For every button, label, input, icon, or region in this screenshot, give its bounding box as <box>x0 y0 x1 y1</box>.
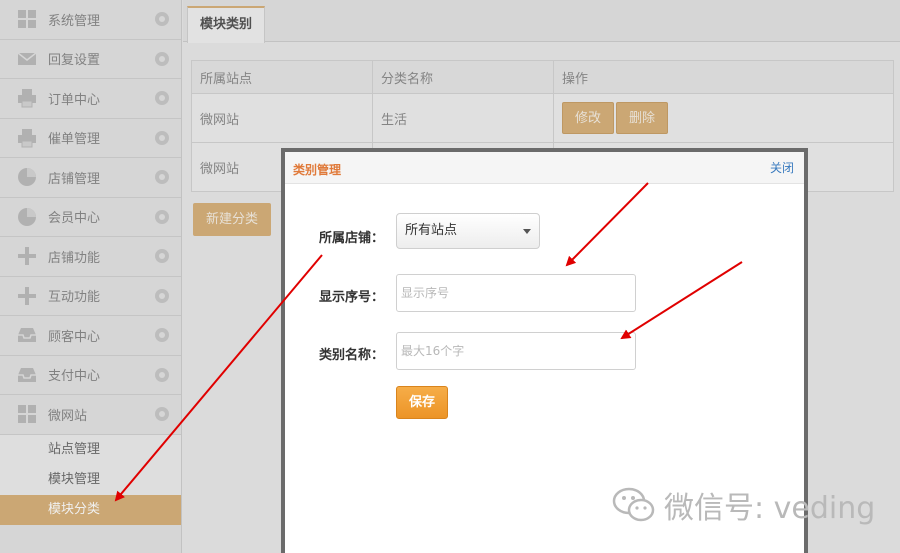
modal-header: 类别管理 关闭 <box>285 152 804 184</box>
sidebar-item-reply[interactable]: 回复设置 <box>0 40 181 79</box>
submenu-item-module-management[interactable]: 模块管理 <box>0 465 181 495</box>
wechat-logo-icon <box>612 487 655 522</box>
expand-icon[interactable] <box>155 170 169 185</box>
submenu-item-site-management[interactable]: 站点管理 <box>0 435 181 465</box>
sidebar-item-label: 回复设置 <box>48 53 101 69</box>
sidebar-item-label: 会员中心 <box>48 211 101 227</box>
sidebar-item-label: 互动功能 <box>48 290 101 306</box>
sidebar-item-stores[interactable]: 店铺管理 <box>0 158 181 198</box>
sidebar-item-orders[interactable]: 订单中心 <box>0 79 181 119</box>
sidebar-item-interactive[interactable]: 互动功能 <box>0 277 181 316</box>
sidebar-item-label: 顾客中心 <box>48 329 101 345</box>
sidebar-item-customers[interactable]: 顾客中心 <box>0 316 181 356</box>
sidebar-item-payment[interactable]: 支付中心 <box>0 356 181 395</box>
sidebar: 系统管理 回复设置 订单中心 催单管理 店铺管理 会员中心 店铺功能 互动功能 <box>0 0 182 553</box>
category-name-input[interactable] <box>396 332 636 370</box>
expand-icon[interactable] <box>155 12 169 27</box>
printer-icon <box>16 127 38 149</box>
tab-bar: 模块类别 <box>183 0 900 43</box>
sidebar-item-label: 催单管理 <box>48 132 101 148</box>
name-label: 类别名称： <box>319 348 385 363</box>
expand-icon[interactable] <box>155 249 169 264</box>
expand-icon[interactable] <box>155 91 169 106</box>
mail-icon <box>16 48 38 70</box>
plus-icon <box>16 285 38 307</box>
modal-title: 类别管理 <box>293 163 342 177</box>
store-select-value: 所有站点 <box>405 223 458 238</box>
submenu-microsite: 站点管理 模块管理 模块分类 <box>0 434 181 525</box>
expand-icon[interactable] <box>155 407 169 422</box>
new-category-button[interactable]: 新建分类 <box>193 203 271 236</box>
sidebar-item-label: 订单中心 <box>48 92 101 108</box>
sidebar-item-label: 店铺功能 <box>48 250 101 266</box>
inbox-icon <box>16 324 38 346</box>
column-header-category: 分类名称 <box>372 60 554 94</box>
cell-site: 微网站 <box>191 93 373 143</box>
sidebar-item-system[interactable]: 系统管理 <box>0 0 181 40</box>
sidebar-item-label: 支付中心 <box>48 369 101 385</box>
inbox-icon <box>16 364 38 386</box>
expand-icon[interactable] <box>155 130 169 145</box>
printer-icon <box>16 87 38 109</box>
store-select[interactable]: 所有站点 <box>396 213 540 249</box>
cell-category: 生活 <box>372 93 554 143</box>
pie-chart-icon <box>16 206 38 228</box>
column-header-site: 所属站点 <box>191 60 373 94</box>
save-button[interactable]: 保存 <box>396 386 448 419</box>
grid-icon <box>16 8 38 30</box>
tab-module-category[interactable]: 模块类别 <box>187 6 266 43</box>
grid-icon <box>16 403 38 425</box>
submenu-item-module-category[interactable]: 模块分类 <box>0 494 181 525</box>
sidebar-item-members[interactable]: 会员中心 <box>0 198 181 237</box>
expand-icon[interactable] <box>155 367 169 382</box>
watermark: 微信号: veding <box>612 485 876 526</box>
delete-button[interactable]: 删除 <box>616 102 669 134</box>
expand-icon[interactable] <box>155 51 169 66</box>
chevron-down-icon <box>523 229 531 234</box>
sidebar-item-label: 微网站 <box>48 408 88 424</box>
table-header-row: 所属站点 分类名称 操作 <box>191 60 894 94</box>
expand-icon[interactable] <box>155 209 169 224</box>
sidebar-item-label: 系统管理 <box>48 13 101 29</box>
store-label: 所属店铺： <box>319 231 385 246</box>
edit-button[interactable]: 修改 <box>562 102 615 134</box>
watermark-text: 微信号: veding <box>664 491 876 526</box>
expand-icon[interactable] <box>155 288 169 303</box>
sidebar-item-microsite[interactable]: 微网站 <box>0 395 181 435</box>
close-link[interactable]: 关闭 <box>770 159 794 176</box>
order-label: 显示序号： <box>319 290 385 305</box>
sidebar-item-store-features[interactable]: 店铺功能 <box>0 237 181 277</box>
plus-icon <box>16 245 38 267</box>
column-header-actions: 操作 <box>553 60 894 94</box>
cell-actions: 修改 删除 <box>553 93 894 143</box>
pie-chart-icon <box>16 166 38 188</box>
sidebar-item-label: 店铺管理 <box>48 171 101 187</box>
expand-icon[interactable] <box>155 328 169 343</box>
sidebar-item-reminders[interactable]: 催单管理 <box>0 119 181 158</box>
table-row: 微网站 生活 修改 删除 <box>191 93 894 143</box>
order-input[interactable] <box>396 274 636 312</box>
